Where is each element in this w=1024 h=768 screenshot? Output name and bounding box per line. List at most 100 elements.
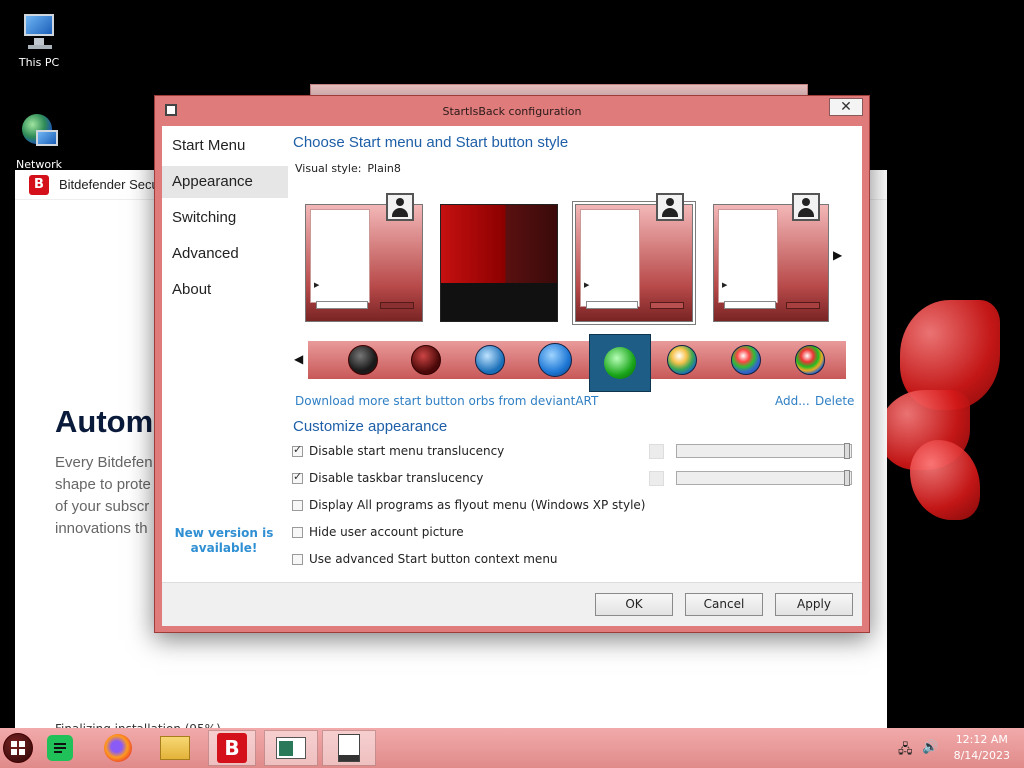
visual-style-value: Plain8 <box>367 162 401 175</box>
preview-search-box <box>586 301 638 309</box>
style-preview-4[interactable]: ▶ <box>713 193 829 322</box>
paragraph-line: Every Bitdefen <box>55 454 153 471</box>
delete-orb-link[interactable]: Delete <box>815 394 854 408</box>
clover-orb-selected[interactable] <box>589 334 651 392</box>
nav-item-appearance[interactable]: Appearance <box>162 166 288 198</box>
play-arrow-icon: ▶ <box>722 281 728 289</box>
user-picture-icon <box>792 193 820 221</box>
option-label: Disable start menu translucency <box>309 444 505 458</box>
nav-item-switching[interactable]: Switching <box>162 202 288 234</box>
taskbar-bitdefender[interactable]: B <box>208 730 256 766</box>
slider-thumb[interactable] <box>844 443 850 459</box>
nav-item-about[interactable]: About <box>162 274 288 306</box>
appearance-panel: Choose Start menu and Start button style… <box>288 126 862 582</box>
alien-orb-icon[interactable] <box>348 345 378 375</box>
ok-button[interactable]: OK <box>595 593 673 616</box>
option-label: Use advanced Start button context menu <box>309 552 558 566</box>
play-arrow-icon: ▶ <box>584 281 590 289</box>
checkbox[interactable] <box>292 470 303 484</box>
taskbar-opacity-slider[interactable] <box>676 470 852 486</box>
add-orb-link[interactable]: Add... <box>775 394 810 408</box>
checkbox[interactable] <box>292 443 303 457</box>
plain-blue-orb-icon[interactable] <box>538 343 572 377</box>
option-advanced-context-menu[interactable]: Use advanced Start button context menu <box>292 550 558 568</box>
bitdefender-heading: Autom <box>55 404 154 439</box>
visual-style-label: Visual style: <box>295 162 362 175</box>
option-label: Disable taskbar translucency <box>309 471 484 485</box>
customize-section-title: Customize appearance <box>293 418 448 435</box>
orbs-prev-arrow-icon[interactable]: ◀ <box>294 352 303 366</box>
paragraph-line: innovations th <box>55 520 148 537</box>
styles-next-arrow-icon[interactable]: ▶ <box>833 248 842 262</box>
paragraph-line: shape to prote <box>55 476 151 493</box>
volume-tray-icon[interactable]: 🔊 <box>922 740 938 755</box>
taskbar: B 🖧 🔊 12:12 AM 8/14/2023 <box>0 728 1024 768</box>
dialog-button-bar: OK Cancel Apply <box>162 582 862 626</box>
nav-item-advanced[interactable]: Advanced <box>162 238 288 270</box>
computer-icon <box>18 10 60 52</box>
windows-classic-orb-icon[interactable] <box>795 345 825 375</box>
windows-vista-orb-icon[interactable] <box>731 345 761 375</box>
play-arrow-icon: ▶ <box>314 281 320 289</box>
desktop-icon-label: This PC <box>18 56 60 69</box>
taskbar-color-swatch[interactable] <box>649 471 664 486</box>
windows-blue-orb-icon[interactable] <box>475 345 505 375</box>
preview-power-bar <box>650 302 684 309</box>
windows7-orb-icon[interactable] <box>667 345 697 375</box>
firefox-icon <box>104 734 132 762</box>
new-version-link[interactable]: New version is available! <box>174 526 274 556</box>
clover-orb-icon <box>604 347 636 379</box>
network-icon <box>18 112 60 154</box>
start-menu-color-swatch[interactable] <box>649 444 664 459</box>
checkbox[interactable] <box>292 499 303 511</box>
taskbar-file-explorer[interactable] <box>151 730 199 766</box>
desktop-icon-network[interactable]: Network <box>7 112 71 171</box>
style-preview-2[interactable] <box>440 204 558 322</box>
system-clock[interactable]: 12:12 AM 8/14/2023 <box>954 732 1010 764</box>
bitdefender-title: Bitdefender Secu <box>59 177 159 192</box>
close-button[interactable]: ✕ <box>829 98 863 116</box>
dialog-titlebar[interactable]: StartIsBack configuration ✕ <box>155 96 869 124</box>
style-preview-3-selected[interactable]: ▶ <box>573 193 695 324</box>
preview-search-box <box>724 301 776 309</box>
taskbar-spotify[interactable] <box>36 730 84 766</box>
checkbox[interactable] <box>292 553 303 565</box>
wallpaper-fish <box>870 280 1010 540</box>
taskbar-firefox[interactable] <box>94 730 142 766</box>
dialog-body: Start Menu Appearance Switching Advanced… <box>162 126 862 626</box>
taskbar-window-app[interactable] <box>264 730 318 766</box>
win8-red-orb-icon[interactable] <box>411 345 441 375</box>
option-disable-start-menu-translucency[interactable]: Disable start menu translucency <box>292 442 504 460</box>
clock-date: 8/14/2023 <box>953 749 1010 762</box>
startisback-config-dialog: StartIsBack configuration ✕ Start Menu A… <box>154 95 870 633</box>
window-app-icon <box>276 737 306 759</box>
desktop-icon-this-pc[interactable]: This PC <box>7 10 71 69</box>
checkbox[interactable] <box>292 526 303 538</box>
dialog-title: StartIsBack configuration <box>442 105 582 118</box>
cancel-button[interactable]: Cancel <box>685 593 763 616</box>
orb-strip <box>308 334 846 392</box>
option-all-programs-flyout[interactable]: Display All programs as flyout menu (Win… <box>292 496 645 514</box>
download-orbs-link[interactable]: Download more start button orbs from dev… <box>295 394 598 408</box>
network-tray-icon[interactable]: 🖧 <box>898 740 913 762</box>
file-explorer-icon <box>160 736 190 760</box>
preview-power-bar <box>380 302 414 309</box>
document-app-icon <box>338 734 360 762</box>
preview-search-box <box>316 301 368 309</box>
clock-time: 12:12 AM <box>955 733 1008 746</box>
option-hide-user-picture[interactable]: Hide user account picture <box>292 523 464 541</box>
preview-menu-pane <box>580 209 640 307</box>
nav-item-start-menu[interactable]: Start Menu <box>162 130 288 162</box>
apply-button[interactable]: Apply <box>775 593 853 616</box>
bitdefender-icon: B <box>217 733 247 763</box>
option-label: Display All programs as flyout menu (Win… <box>309 498 646 512</box>
option-disable-taskbar-translucency[interactable]: Disable taskbar translucency <box>292 469 483 487</box>
style-preview-1[interactable]: ▶ <box>305 193 423 322</box>
taskbar-document-app[interactable] <box>322 730 376 766</box>
start-menu-opacity-slider[interactable] <box>676 443 852 459</box>
preview-power-bar <box>786 302 820 309</box>
style-section-title: Choose Start menu and Start button style <box>293 134 569 151</box>
slider-thumb[interactable] <box>844 470 850 486</box>
bitdefender-paragraph: Every Bitdefen shape to prote of your su… <box>55 452 165 540</box>
option-label: Hide user account picture <box>309 525 464 539</box>
